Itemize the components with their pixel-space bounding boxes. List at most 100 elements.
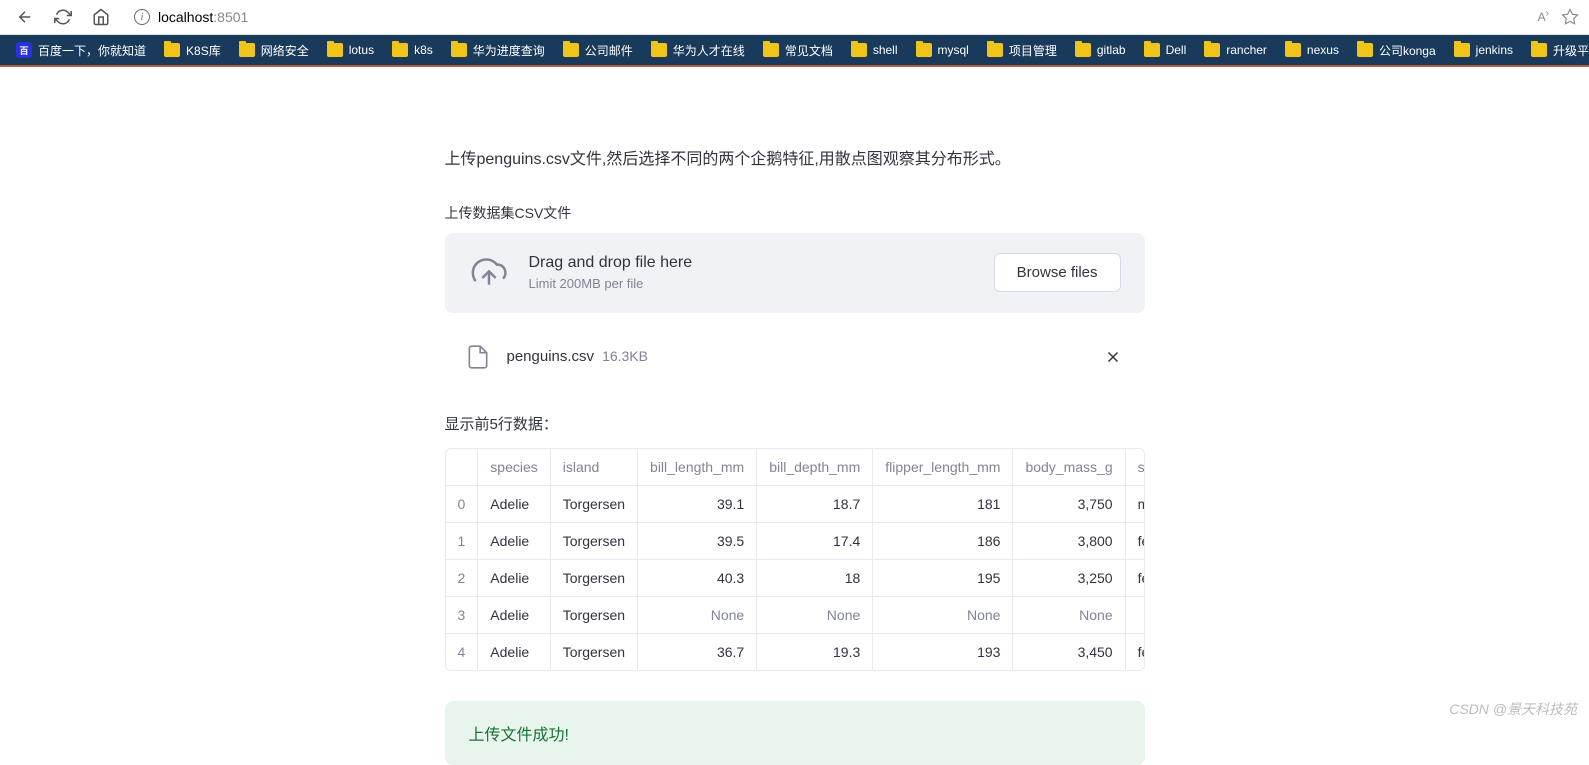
uploader-label: 上传数据集CSV文件	[445, 203, 1145, 223]
table-cell: 3,450	[1013, 633, 1125, 670]
bookmark-label: 公司konga	[1379, 42, 1436, 59]
bookmark-item[interactable]: gitlab	[1067, 39, 1134, 61]
address-bar[interactable]: i localhost:8501	[124, 3, 1504, 31]
table-cell: 1	[446, 522, 478, 559]
upload-limit-text: Limit 200MB per file	[529, 276, 974, 291]
table-cell: Adelie	[478, 633, 550, 670]
bookmark-item[interactable]: shell	[843, 39, 906, 61]
table-cell: None	[638, 596, 757, 633]
bookmark-item[interactable]: lotus	[319, 39, 382, 61]
url-port: :8501	[213, 9, 248, 25]
bookmark-item[interactable]: 公司konga	[1349, 38, 1444, 63]
folder-icon	[1285, 43, 1301, 57]
folder-icon	[451, 43, 467, 57]
table-cell: female	[1125, 559, 1144, 596]
table-cell: None	[757, 596, 873, 633]
table-cell: 19.3	[757, 633, 873, 670]
bookmark-item[interactable]: 网络安全	[231, 38, 317, 63]
bookmark-item[interactable]: 百百度一下，你就知道	[8, 38, 154, 63]
folder-icon	[1531, 43, 1547, 57]
data-preview-table[interactable]: speciesislandbill_length_mmbill_depth_mm…	[445, 448, 1145, 671]
column-header[interactable]	[446, 449, 478, 486]
bookmark-item[interactable]: jenkins	[1446, 39, 1521, 61]
table-cell: 18.7	[757, 485, 873, 522]
table-cell: 3,800	[1013, 522, 1125, 559]
table-cell: 39.1	[638, 485, 757, 522]
bookmark-item[interactable]: Dell	[1136, 39, 1195, 61]
remove-file-button[interactable]	[1101, 345, 1125, 369]
close-icon	[1104, 348, 1122, 366]
folder-icon	[1204, 43, 1220, 57]
bookmark-item[interactable]: 华为人才在线	[643, 38, 753, 63]
bookmark-item[interactable]: 公司邮件	[555, 38, 641, 63]
bookmark-item[interactable]: K8S库	[156, 38, 229, 63]
bookmark-item[interactable]: 升级平台	[1523, 38, 1589, 63]
favorite-icon[interactable]	[1561, 8, 1579, 26]
bookmark-label: 公司邮件	[585, 42, 633, 59]
column-header[interactable]: bill_length_mm	[638, 449, 757, 486]
table-cell: female	[1125, 522, 1144, 559]
table-row[interactable]: 0AdelieTorgersen39.118.71813,750male2	[446, 485, 1145, 522]
bookmark-item[interactable]: 项目管理	[979, 38, 1065, 63]
uploaded-file-row: penguins.csv16.3KB	[445, 331, 1145, 383]
table-cell: Torgersen	[550, 522, 637, 559]
folder-icon	[987, 43, 1003, 57]
back-button[interactable]	[10, 2, 40, 32]
folder-icon	[1357, 43, 1373, 57]
column-header[interactable]: bill_depth_mm	[757, 449, 873, 486]
refresh-button[interactable]	[48, 2, 78, 32]
bookmark-item[interactable]: 华为进度查询	[443, 38, 553, 63]
column-header[interactable]: sex	[1125, 449, 1144, 486]
table-row[interactable]: 4AdelieTorgersen36.719.31933,450female2	[446, 633, 1145, 670]
table-cell: Torgersen	[550, 559, 637, 596]
table-cell: Adelie	[478, 559, 550, 596]
uploaded-file-name: penguins.csv	[507, 348, 595, 365]
bookmark-label: 常见文档	[785, 42, 833, 59]
bookmark-label: Dell	[1166, 43, 1187, 57]
read-aloud-icon[interactable]: A›	[1538, 8, 1549, 26]
column-header[interactable]: flipper_length_mm	[873, 449, 1013, 486]
table-cell: 4	[446, 633, 478, 670]
browse-files-button[interactable]: Browse files	[994, 253, 1121, 292]
table-row[interactable]: 3AdelieTorgersenNoneNoneNoneNoneNone2	[446, 596, 1145, 633]
bookmark-item[interactable]: k8s	[384, 39, 441, 61]
bookmark-label: k8s	[414, 43, 433, 57]
column-header[interactable]: body_mass_g	[1013, 449, 1125, 486]
table-body: 0AdelieTorgersen39.118.71813,750male21Ad…	[446, 485, 1145, 670]
bookmark-item[interactable]: rancher	[1196, 39, 1275, 61]
table-cell: female	[1125, 633, 1144, 670]
preview-label: 显示前5行数据：	[445, 413, 1145, 434]
table-cell: Adelie	[478, 522, 550, 559]
home-icon	[92, 8, 110, 26]
table-row[interactable]: 1AdelieTorgersen39.517.41863,800female2	[446, 522, 1145, 559]
success-message: 上传文件成功!	[445, 701, 1145, 765]
bookmark-label: 升级平台	[1553, 42, 1589, 59]
table-cell: 195	[873, 559, 1013, 596]
file-uploader[interactable]: Drag and drop file here Limit 200MB per …	[445, 233, 1145, 313]
bookmark-item[interactable]: mysql	[908, 39, 977, 61]
column-header[interactable]: island	[550, 449, 637, 486]
table-cell: male	[1125, 485, 1144, 522]
column-header[interactable]: species	[478, 449, 550, 486]
table-row[interactable]: 2AdelieTorgersen40.3181953,250female2	[446, 559, 1145, 596]
bookmarks-bar: 百百度一下，你就知道 K8S库网络安全lotus k8s 华为进度查询 公司邮件 华为人才…	[0, 35, 1589, 67]
home-button[interactable]	[86, 2, 116, 32]
drag-drop-title: Drag and drop file here	[529, 254, 974, 272]
bookmark-item[interactable]: 常见文档	[755, 38, 841, 63]
bookmark-label: K8S库	[186, 42, 221, 59]
bookmark-label: jenkins	[1476, 43, 1513, 57]
bookmark-label: nexus	[1307, 43, 1339, 57]
bookmark-item[interactable]: nexus	[1277, 39, 1347, 61]
folder-icon	[851, 43, 867, 57]
site-info-icon[interactable]: i	[134, 9, 150, 25]
baidu-icon: 百	[16, 42, 32, 58]
table-cell: 17.4	[757, 522, 873, 559]
table-cell: Torgersen	[550, 596, 637, 633]
bookmark-label: 华为人才在线	[673, 42, 745, 59]
table-cell: 39.5	[638, 522, 757, 559]
folder-icon	[1144, 43, 1160, 57]
watermark: CSDN @景天科技苑	[1449, 699, 1577, 719]
table-cell: 186	[873, 522, 1013, 559]
folder-icon	[239, 43, 255, 57]
table-cell: None	[873, 596, 1013, 633]
